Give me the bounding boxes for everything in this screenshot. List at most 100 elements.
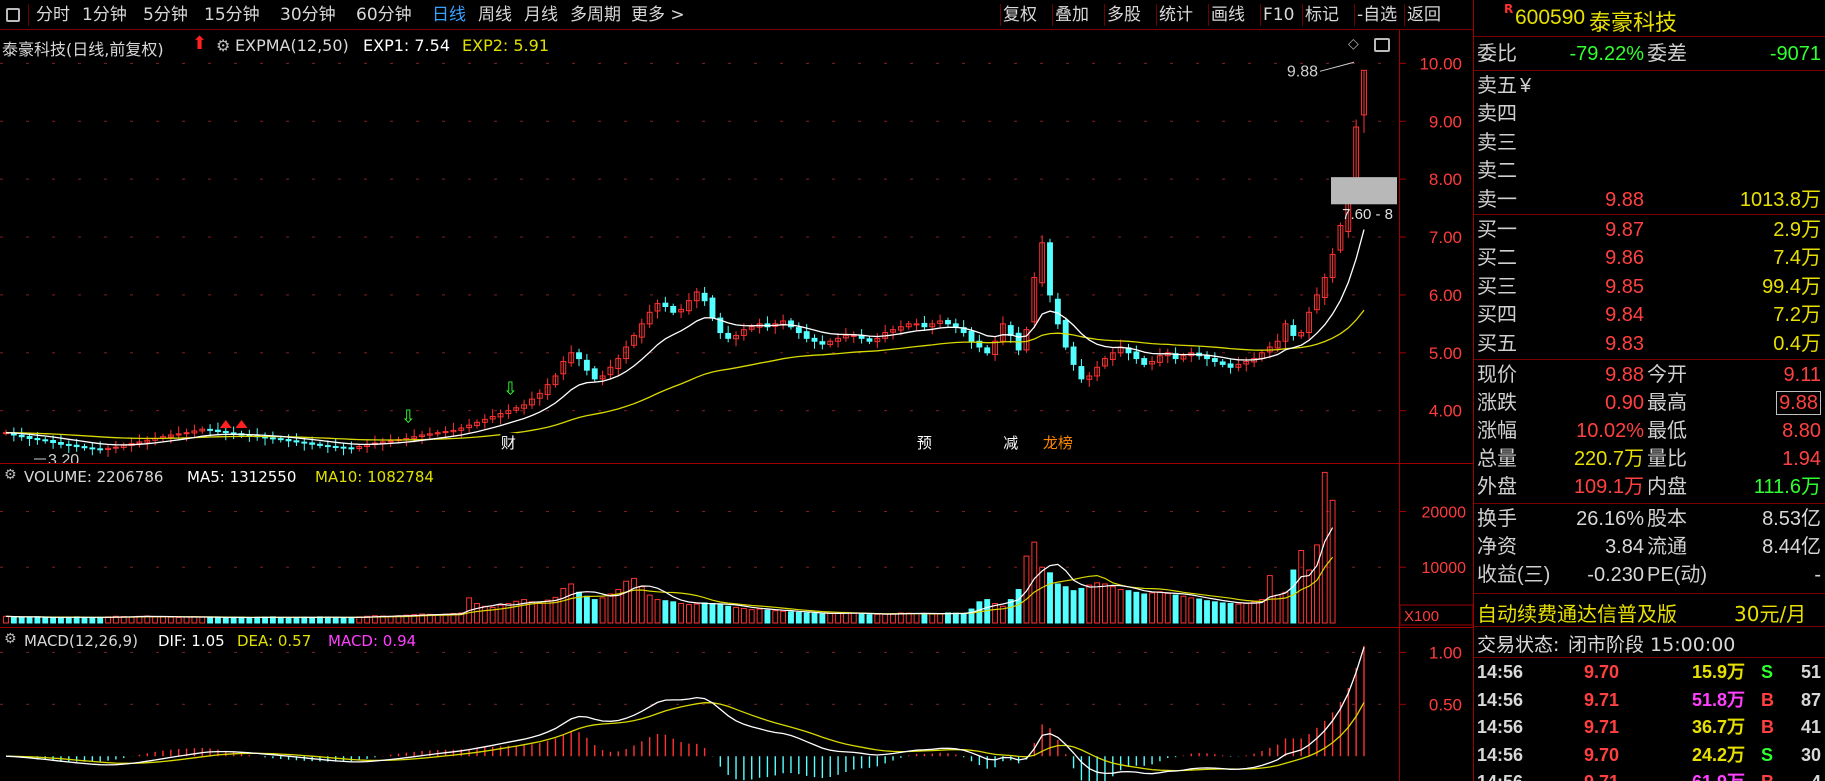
- toolbar-button[interactable]: -自选: [1357, 0, 1397, 30]
- tick-count: 4: [1811, 769, 1821, 781]
- volume-bar: [764, 609, 771, 624]
- stat-row-value2: 9.11: [1783, 364, 1821, 386]
- toolbar-button[interactable]: 多股: [1107, 0, 1141, 30]
- candle-body: [1070, 346, 1077, 365]
- period-tab[interactable]: 周线: [478, 0, 512, 30]
- volume-bar: [693, 603, 700, 624]
- menu-toggle-icon[interactable]: [6, 8, 20, 22]
- stock-name[interactable]: 泰豪科技: [1589, 5, 1677, 37]
- exp1-line: [5, 229, 1365, 446]
- divider: [1474, 626, 1825, 627]
- period-tab[interactable]: 5分钟: [143, 0, 188, 30]
- candle-body: [73, 444, 80, 448]
- weibi-label: 委比: [1477, 43, 1517, 65]
- candle-body: [301, 441, 308, 444]
- bid-row[interactable]: 买三 9.85 99.4万: [1474, 273, 1825, 301]
- candle-body: [952, 323, 959, 328]
- volume-bar: [913, 613, 920, 624]
- volume-bar: [199, 616, 206, 624]
- stat-row: 外盘 109.1万 内盘 111.6万: [1474, 473, 1825, 501]
- period-tab[interactable]: 15分钟: [204, 0, 260, 30]
- candle-body: [850, 334, 857, 337]
- volume-bar: [1306, 569, 1312, 624]
- period-tab[interactable]: 分时: [36, 0, 70, 30]
- volume-bar: [58, 616, 64, 624]
- candle-body: [309, 442, 316, 445]
- status-value: 闭市阶段 15:00:00: [1568, 634, 1736, 656]
- volume-bar: [183, 616, 190, 624]
- ad-price[interactable]: 30元/月: [1734, 598, 1806, 627]
- period-tab[interactable]: 日线: [432, 0, 466, 30]
- candle-body: [1133, 351, 1140, 360]
- event-marker: 预: [917, 435, 932, 452]
- tick-side: S: [1761, 662, 1774, 682]
- period-tab[interactable]: 更多 >: [631, 0, 685, 30]
- volume-bar: [1172, 594, 1179, 624]
- bid-volume: 7.2万: [1773, 304, 1821, 327]
- volume-bar: [599, 597, 606, 624]
- bid-row[interactable]: 买五 9.83 0.4万: [1474, 330, 1825, 358]
- volume-bar: [882, 613, 889, 624]
- toolbar-divider: [1260, 4, 1261, 26]
- period-tab[interactable]: 30分钟: [280, 0, 336, 30]
- up-triangle-icon: [219, 420, 232, 428]
- ask-row[interactable]: 卖五 ¥: [1474, 72, 1825, 100]
- weibi-value: -79.22%: [1569, 43, 1645, 65]
- bid-volume: 2.9万: [1773, 219, 1821, 241]
- period-tab[interactable]: 1分钟: [82, 0, 127, 30]
- bid-row[interactable]: 买二 9.86 7.4万: [1474, 244, 1825, 272]
- stat2-row-value2: -: [1814, 564, 1821, 586]
- toolbar-button[interactable]: 标记: [1305, 0, 1339, 30]
- volume-bar: [340, 617, 347, 624]
- stat-row: 涨幅 10.02% 最低 8.80: [1474, 417, 1825, 445]
- volume-bar: [3, 615, 9, 624]
- candle-body: [65, 443, 72, 446]
- ask-row[interactable]: 卖二: [1474, 157, 1825, 185]
- ask-price: ¥: [1520, 75, 1532, 97]
- candle-body: [1078, 366, 1085, 380]
- volume-bar: [1125, 590, 1132, 624]
- toolbar-button[interactable]: 叠加: [1055, 0, 1089, 30]
- event-marker: 财: [501, 435, 516, 452]
- ask-row[interactable]: 卖四: [1474, 100, 1825, 128]
- signal-arrow-icon: ⇩: [503, 379, 518, 400]
- volume-bar: [568, 583, 575, 624]
- period-tab[interactable]: 60分钟: [356, 0, 412, 30]
- volume-bar: [309, 616, 316, 624]
- volume-bar: [583, 595, 590, 624]
- volume-bar: [874, 613, 881, 624]
- stat2-row-label2: 股本: [1647, 508, 1687, 530]
- stock-code[interactable]: 600590: [1515, 6, 1585, 30]
- toolbar-button[interactable]: 画线: [1211, 0, 1245, 30]
- volume-bar: [654, 599, 661, 624]
- weibi-row: 委比 -79.22% 委差 -9071: [1474, 40, 1825, 68]
- toolbar-divider: [1052, 4, 1053, 26]
- toolbar-button[interactable]: 复权: [1003, 0, 1037, 30]
- ask-row[interactable]: 卖一 9.88 1013.8万: [1474, 186, 1825, 214]
- volume-bar: [1211, 601, 1218, 624]
- ad-text[interactable]: 自动续费通达信普及版: [1477, 598, 1677, 627]
- candle-body: [1047, 242, 1053, 296]
- ask-row[interactable]: 卖三: [1474, 129, 1825, 157]
- candle-body: [670, 305, 677, 313]
- tick-list[interactable]: 14:56 9.70 15.9万 S 51 14:56 9.71 51.8万 B 87 14:56 9…: [1474, 659, 1825, 781]
- period-tab[interactable]: 多周期: [570, 0, 621, 30]
- volume-bar: [631, 577, 637, 624]
- candle-body: [324, 445, 331, 448]
- period-tab[interactable]: 月线: [524, 0, 558, 30]
- toolbar-button[interactable]: 返回: [1407, 0, 1441, 30]
- volume-bar: [1329, 499, 1336, 624]
- toolbar-divider: [28, 4, 29, 26]
- divider: [1474, 657, 1825, 658]
- toolbar-button[interactable]: F10: [1263, 0, 1294, 30]
- candle-body: [42, 439, 49, 442]
- bid-row[interactable]: 买一 9.87 2.9万: [1474, 216, 1825, 244]
- bid-row[interactable]: 买四 9.84 7.2万: [1474, 301, 1825, 329]
- volume-bar: [128, 616, 135, 624]
- volume-bar: [1094, 582, 1101, 624]
- volume-bar: [1243, 602, 1250, 624]
- volume-bar: [623, 580, 630, 624]
- toolbar-button[interactable]: 统计: [1159, 0, 1193, 30]
- weicha-label: 委差: [1647, 43, 1687, 65]
- volume-bar: [1102, 583, 1108, 624]
